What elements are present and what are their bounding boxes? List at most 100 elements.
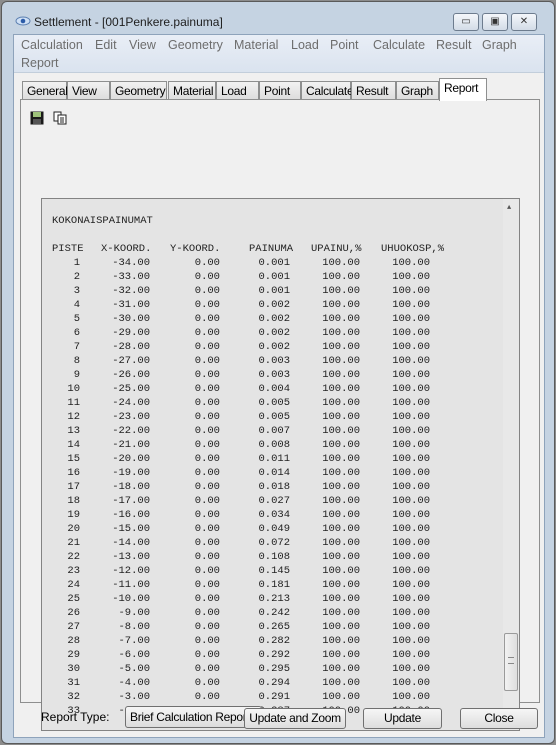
report-cell: 0.00 xyxy=(194,439,220,451)
close-button[interactable]: Close xyxy=(460,708,538,729)
report-row: 2 -33.00 0.00 0.001 100.00 100.00 xyxy=(42,271,502,285)
report-cell: 4 xyxy=(73,299,80,311)
report-row: 8 -27.00 0.00 0.003 100.00 100.00 xyxy=(42,355,502,369)
report-cell: 30 xyxy=(67,663,80,675)
report-cell: 100.00 xyxy=(392,383,430,395)
report-row: 13 -22.00 0.00 0.007 100.00 100.00 xyxy=(42,425,502,439)
update-button[interactable]: Update xyxy=(363,708,442,729)
tab-result[interactable]: Result xyxy=(351,81,396,100)
tab-load[interactable]: Load xyxy=(216,81,259,100)
report-cell: 0.00 xyxy=(194,383,220,395)
tab-graph[interactable]: Graph xyxy=(396,81,439,100)
report-title: KOKONAISPAINUMAT xyxy=(52,215,153,227)
report-cell: -12.00 xyxy=(112,565,150,577)
report-cell: -27.00 xyxy=(112,355,150,367)
menu-calculation[interactable]: Calculation xyxy=(21,38,83,52)
report-cell: 23 xyxy=(67,565,80,577)
menu-geometry[interactable]: Geometry xyxy=(168,38,223,52)
report-text-area[interactable]: KOKONAISPAINUMAT ▲ ▼ PISTE X-KOORD. Y-KOOR… xyxy=(41,198,520,731)
column-header: PAINUMA xyxy=(249,243,294,255)
menu-point[interactable]: Point xyxy=(330,38,359,52)
report-cell: 19 xyxy=(67,509,80,521)
report-cell: 100.00 xyxy=(392,593,430,605)
settlement-window: Settlement - [001Penkere.painuma] ▭ ▣ ✕ … xyxy=(1,1,555,744)
report-cell: 0.00 xyxy=(194,257,220,269)
scroll-up-icon[interactable]: ▲ xyxy=(507,204,511,212)
report-cell: 100.00 xyxy=(392,663,430,675)
tab-material[interactable]: Material xyxy=(168,81,216,100)
report-cell: 100.00 xyxy=(322,649,360,661)
report-row: 21 -14.00 0.00 0.072 100.00 100.00 xyxy=(42,537,502,551)
report-cell: 3 xyxy=(73,285,80,297)
report-cell: -20.00 xyxy=(112,453,150,465)
report-type-label: Report Type: xyxy=(41,710,110,724)
report-row: 4 -31.00 0.00 0.002 100.00 100.00 xyxy=(42,299,502,313)
menu-edit[interactable]: Edit xyxy=(95,38,117,52)
report-cell: 100.00 xyxy=(392,649,430,661)
report-cell: -18.00 xyxy=(112,481,150,493)
menu-view[interactable]: View xyxy=(129,38,156,52)
report-cell: 0.00 xyxy=(194,663,220,675)
tab-calculate[interactable]: Calculate xyxy=(301,81,354,100)
report-row: 28 -7.00 0.00 0.282 100.00 100.00 xyxy=(42,635,502,649)
update-and-zoom-button[interactable]: Update and Zoom xyxy=(244,708,346,729)
scrollbar-thumb[interactable] xyxy=(504,633,518,691)
report-cell: 100.00 xyxy=(392,691,430,703)
menu-material[interactable]: Material xyxy=(234,38,278,52)
tab-report[interactable]: Report xyxy=(439,78,487,101)
tab-view[interactable]: View xyxy=(67,81,110,100)
report-type-value: Brief Calculation Report xyxy=(130,710,250,724)
report-cell: 0.00 xyxy=(194,425,220,437)
report-cell: 18 xyxy=(67,495,80,507)
report-cell: 100.00 xyxy=(322,257,360,269)
tab-point[interactable]: Point xyxy=(259,81,301,100)
report-cell: 0.00 xyxy=(194,299,220,311)
report-cell: 28 xyxy=(67,635,80,647)
report-cell: 0.072 xyxy=(258,537,290,549)
column-header: Y-KOORD. xyxy=(170,243,221,255)
report-cell: 0.00 xyxy=(194,369,220,381)
report-cell: 0.008 xyxy=(258,439,290,451)
report-cell: 0.00 xyxy=(194,635,220,647)
close-window-button[interactable]: ✕ xyxy=(511,13,537,31)
report-cell: 0.002 xyxy=(258,313,290,325)
report-type-dropdown[interactable]: Brief Calculation Report▼ xyxy=(125,706,262,728)
report-cell: 0.014 xyxy=(258,467,290,479)
report-cell: 100.00 xyxy=(322,551,360,563)
menu-graph[interactable]: Graph xyxy=(482,38,517,52)
minimize-button[interactable]: ▭ xyxy=(453,13,479,31)
report-cell: 0.00 xyxy=(194,285,220,297)
menu-calculate[interactable]: Calculate xyxy=(373,38,425,52)
maximize-button[interactable]: ▣ xyxy=(482,13,508,31)
report-row: 27 -8.00 0.00 0.265 100.00 100.00 xyxy=(42,621,502,635)
report-cell: 9 xyxy=(73,369,80,381)
tab-general[interactable]: General xyxy=(22,81,68,100)
report-row: 16 -19.00 0.00 0.014 100.00 100.00 xyxy=(42,467,502,481)
menu-result[interactable]: Result xyxy=(436,38,471,52)
report-panel: KOKONAISPAINUMAT ▲ ▼ PISTE X-KOORD. Y-KOOR… xyxy=(20,99,540,731)
report-cell: 100.00 xyxy=(322,341,360,353)
report-cell: 0.018 xyxy=(258,481,290,493)
vertical-scrollbar[interactable]: ▲ ▼ xyxy=(503,199,519,730)
tab-geometry[interactable]: Geometry xyxy=(110,81,167,100)
menu-report[interactable]: Report xyxy=(21,56,59,70)
report-cell: 7 xyxy=(73,341,80,353)
report-cell: 100.00 xyxy=(322,411,360,423)
report-cell: 0.00 xyxy=(194,551,220,563)
report-cell: 0.002 xyxy=(258,299,290,311)
report-cell: 100.00 xyxy=(322,621,360,633)
report-cell: 100.00 xyxy=(322,439,360,451)
report-cell: 100.00 xyxy=(392,439,430,451)
report-cell: 0.213 xyxy=(258,593,290,605)
report-cell: 0.004 xyxy=(258,383,290,395)
report-cell: 100.00 xyxy=(392,523,430,535)
report-cell: 100.00 xyxy=(322,509,360,521)
report-cell: 100.00 xyxy=(322,495,360,507)
report-cell: 100.00 xyxy=(322,635,360,647)
menu-load[interactable]: Load xyxy=(291,38,319,52)
copy-icon[interactable] xyxy=(53,111,67,125)
report-cell: 21 xyxy=(67,537,80,549)
report-cell: 0.00 xyxy=(194,327,220,339)
report-cell: 2 xyxy=(73,271,80,283)
save-icon[interactable] xyxy=(30,111,44,125)
